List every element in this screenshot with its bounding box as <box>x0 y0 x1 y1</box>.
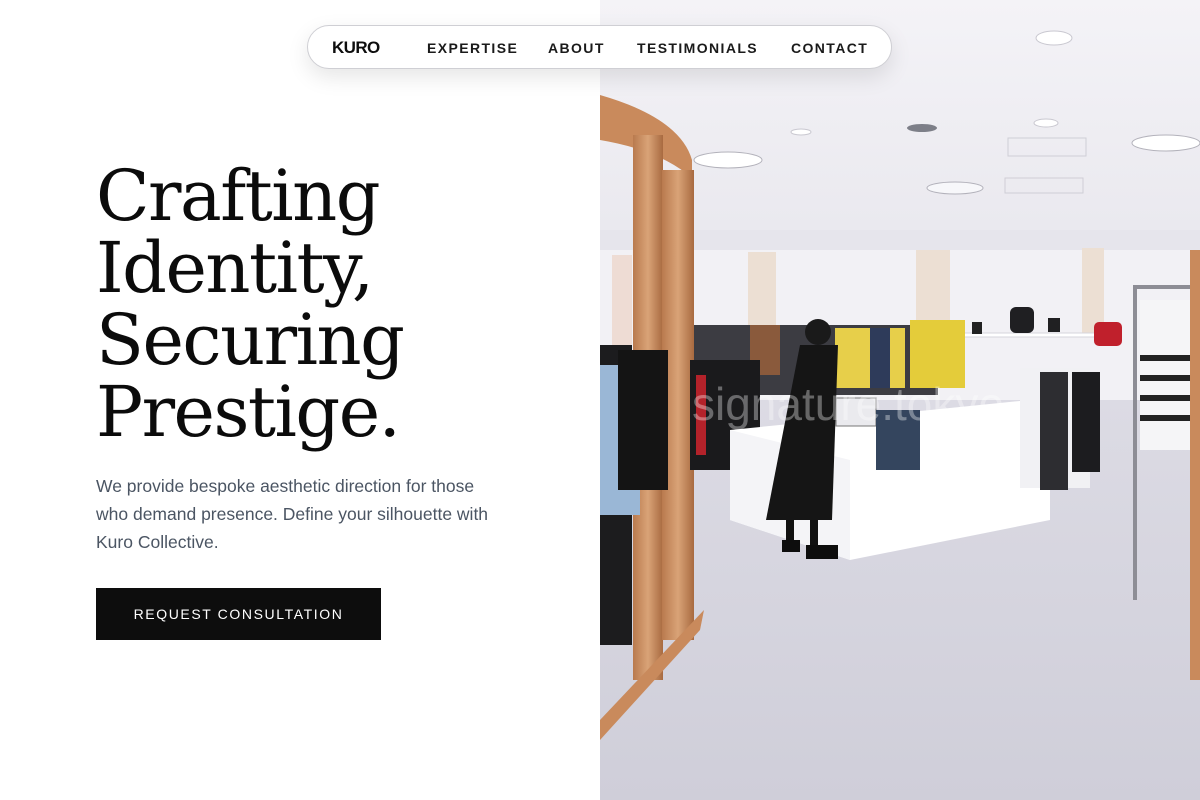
top-navigation: KURO EXPERTISE ABOUT TESTIMONIALS CONTAC… <box>307 25 892 69</box>
hero-title-line: Crafting <box>96 155 381 237</box>
hero-title-line: Prestige. <box>96 371 401 453</box>
store-interior-illustration: signature.tokyo <box>600 0 1200 800</box>
nav-link-contact[interactable]: CONTACT <box>791 40 868 56</box>
hero-title-line: Identity, <box>96 227 374 309</box>
nav-link-about[interactable]: ABOUT <box>548 40 605 56</box>
hero-title-line: Securing <box>96 299 405 381</box>
watermark-text: signature.tokyo <box>692 378 1004 430</box>
nav-link-testimonials[interactable]: TESTIMONIALS <box>637 40 758 56</box>
request-consultation-button[interactable]: REQUEST CONSULTATION <box>96 588 381 640</box>
brand-logo[interactable]: KURO <box>332 38 380 58</box>
hero-title: Crafting Identity, Securing Prestige. <box>96 160 556 448</box>
hero-description: We provide bespoke aesthetic direction f… <box>96 476 489 552</box>
nav-link-expertise[interactable]: EXPERTISE <box>427 40 518 56</box>
hero-image: signature.tokyo <box>600 0 1200 800</box>
